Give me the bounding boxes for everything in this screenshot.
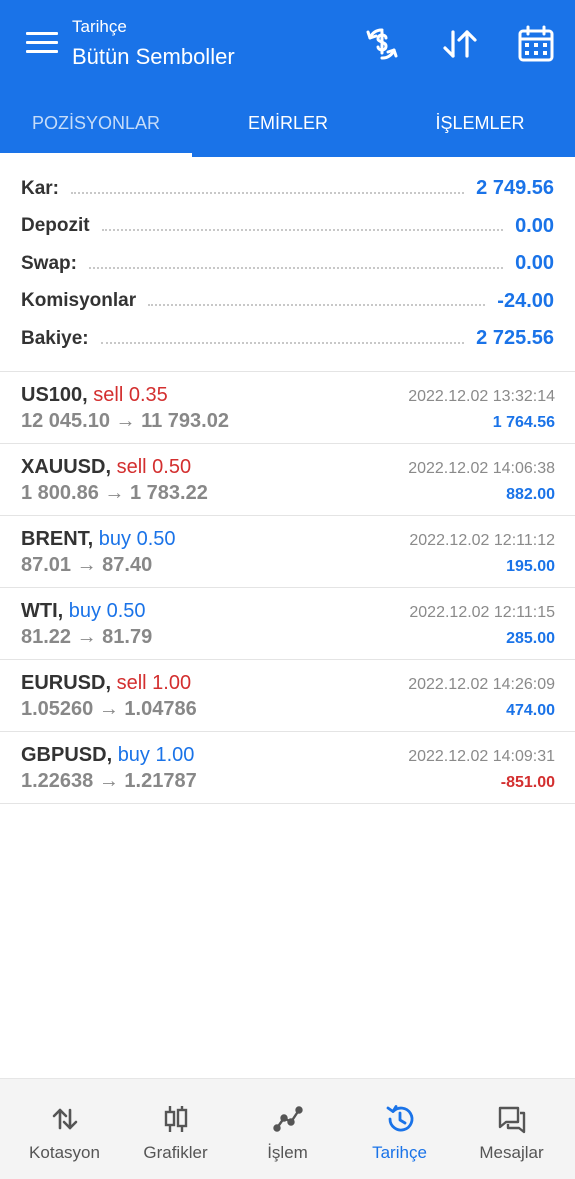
history-icon — [386, 1105, 414, 1132]
nav-label: Grafikler — [143, 1143, 208, 1162]
list-item[interactable]: US100, sell 0.35 12 045.10 → 11 793.02 2… — [0, 372, 575, 444]
deal-price: 12 045.10 → 11 793.02 — [21, 410, 229, 432]
deal-profit: 195.00 — [506, 558, 555, 575]
summary-row-balance: Bakiye: 2 725.56 — [0, 320, 575, 358]
nav-item-messages[interactable]: Mesajlar — [454, 1079, 569, 1179]
deal-symbol: BRENT, — [21, 528, 94, 550]
deal-side: buy 0.50 — [98, 528, 176, 550]
deal-time: 2022.12.02 12:11:15 — [409, 604, 555, 621]
deal-symbol: XAUUSD, — [21, 456, 112, 478]
deal-price: 1 800.86 → 1 783.22 — [21, 482, 208, 504]
deal-price: 1.05260 → 1.04786 — [21, 698, 197, 720]
tab-orders[interactable]: EMİRLER — [192, 96, 384, 156]
deal-symbol: US100, — [21, 384, 88, 406]
nav-item-charts[interactable]: Grafikler — [118, 1079, 233, 1179]
deal-price: 1.22638 → 1.21787 — [21, 770, 197, 792]
menu-icon[interactable] — [26, 32, 58, 56]
deal-time: 2022.12.02 14:06:38 — [408, 460, 555, 477]
summary-value: 0.00 — [515, 214, 554, 237]
sort-icon[interactable] — [440, 24, 480, 64]
quotes-icon — [52, 1108, 78, 1130]
deal-side: buy 0.50 — [68, 600, 146, 622]
tab-positions[interactable]: POZİSYONLAR — [0, 96, 192, 156]
summary-value: 2 725.56 — [476, 327, 554, 350]
deal-side: sell 0.35 — [93, 384, 168, 406]
summary-value: 0.00 — [515, 252, 554, 275]
summary-value: 2 749.56 — [476, 177, 554, 200]
tab-deals[interactable]: İŞLEMLER — [384, 96, 575, 156]
dotted-leader — [101, 221, 504, 232]
summary-value: -24.00 — [497, 289, 554, 312]
deal-time: 2022.12.02 14:09:31 — [408, 748, 555, 765]
summary-label: Depozit — [21, 215, 90, 237]
active-tab-indicator — [0, 153, 192, 157]
deal-side: sell 0.50 — [116, 456, 192, 478]
header-title[interactable]: Bütün Semboller — [72, 44, 235, 70]
nav-item-history[interactable]: Tarihçe — [342, 1079, 457, 1179]
deal-side: buy 1.00 — [117, 744, 195, 766]
summary-label: Komisyonlar — [21, 290, 137, 312]
bottom-navigation: Kotasyon Grafikler İşlem Tarihçe Mesajla… — [0, 1078, 575, 1179]
app-header: Tarihçe Bütün Semboller POZİSYONLAR EMİR… — [0, 0, 575, 157]
account-summary: Kar: 2 749.56 Depozit 0.00 Swap: 0.00 Ko… — [0, 170, 575, 358]
list-item[interactable]: GBPUSD, buy 1.00 1.22638 → 1.21787 2022.… — [0, 732, 575, 804]
list-item[interactable]: EURUSD, sell 1.00 1.05260 → 1.04786 2022… — [0, 660, 575, 732]
deal-symbol: GBPUSD, — [21, 744, 113, 766]
summary-label: Swap: — [21, 252, 77, 274]
dotted-leader — [148, 296, 486, 307]
nav-label: Kotasyon — [29, 1143, 100, 1162]
deal-profit: 882.00 — [506, 486, 555, 503]
nav-label: İşlem — [267, 1143, 308, 1162]
dotted-leader — [71, 184, 465, 194]
deal-price: 81.22 → 81.79 — [21, 626, 153, 648]
summary-row-swap: Swap: 0.00 — [0, 245, 575, 283]
summary-row-profit: Kar: 2 749.56 — [0, 170, 575, 208]
deal-symbol: EURUSD, — [21, 672, 112, 694]
dotted-leader — [88, 259, 504, 269]
dotted-leader — [100, 334, 465, 344]
deal-profit: -851.00 — [500, 774, 555, 791]
deal-symbol: WTI, — [21, 600, 64, 622]
deals-list: US100, sell 0.35 12 045.10 → 11 793.02 2… — [0, 372, 575, 804]
trade-icon — [273, 1106, 303, 1132]
nav-label: Mesajlar — [479, 1143, 544, 1162]
calendar-icon[interactable] — [516, 24, 556, 64]
deal-profit: 285.00 — [506, 630, 555, 647]
summary-row-deposit: Depozit 0.00 — [0, 208, 575, 246]
messages-icon — [498, 1106, 526, 1134]
deal-price: 87.01 → 87.40 — [21, 554, 153, 576]
summary-row-commission: Komisyonlar -24.00 — [0, 283, 575, 321]
deal-profit: 474.00 — [506, 702, 555, 719]
list-item[interactable]: WTI, buy 0.50 81.22 → 81.79 2022.12.02 1… — [0, 588, 575, 660]
deal-time: 2022.12.02 14:26:09 — [408, 676, 555, 693]
list-item[interactable]: BRENT, buy 0.50 87.01 → 87.40 2022.12.02… — [0, 516, 575, 588]
deal-time: 2022.12.02 13:32:14 — [408, 388, 555, 405]
deal-time: 2022.12.02 12:11:12 — [409, 532, 555, 549]
deal-side: sell 1.00 — [116, 672, 192, 694]
currency-exchange-icon[interactable] — [362, 24, 402, 64]
summary-label: Bakiye: — [21, 327, 89, 349]
nav-item-quotes[interactable]: Kotasyon — [7, 1079, 122, 1179]
nav-item-trade[interactable]: İşlem — [230, 1079, 345, 1179]
summary-label: Kar: — [21, 177, 60, 199]
list-item[interactable]: XAUUSD, sell 0.50 1 800.86 → 1 783.22 20… — [0, 444, 575, 516]
charts-icon — [164, 1106, 188, 1132]
deal-profit: 1 764.56 — [492, 414, 555, 431]
nav-label: Tarihçe — [372, 1143, 427, 1162]
header-subtitle: Tarihçe — [72, 17, 127, 36]
